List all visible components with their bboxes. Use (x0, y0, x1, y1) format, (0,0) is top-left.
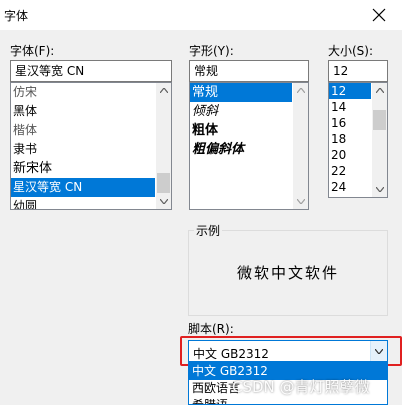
script-combobox[interactable]: 中文 GB2312 (188, 340, 388, 362)
font-list-item-selected[interactable]: 星汉等宽 CN (11, 178, 155, 197)
script-option[interactable]: 希腊语 (189, 397, 387, 404)
scroll-thumb[interactable] (373, 110, 386, 130)
scroll-down-button[interactable] (293, 194, 308, 209)
style-input[interactable]: 常规 (189, 60, 309, 82)
scroll-down-button[interactable] (156, 194, 171, 209)
style-list-item[interactable]: 倾斜 (190, 102, 308, 121)
size-input[interactable]: 12 (328, 60, 388, 82)
font-input[interactable]: 星汉等宽 CN (10, 60, 172, 82)
style-list-item[interactable]: 粗体 (190, 121, 308, 140)
script-value: 中文 GB2312 (193, 347, 269, 361)
chevron-up-icon (375, 88, 384, 93)
style-list[interactable]: 常规 倾斜 粗体 粗偏斜体 (189, 82, 309, 210)
style-list-scrollbar[interactable] (293, 83, 308, 209)
window-title: 字体 (4, 9, 29, 23)
font-list-item[interactable]: 幼圆 (11, 197, 171, 209)
font-list-scrollbar[interactable] (156, 83, 171, 209)
script-label: 脚本(R): (188, 322, 234, 336)
scroll-up-button[interactable] (372, 83, 387, 98)
font-list[interactable]: 仿宋 黑体 楷体 隶书 新宋体 星汉等宽 CN 幼圆 (10, 82, 172, 210)
sample-text: 微软中文软件 (236, 264, 339, 282)
style-list-item-selected[interactable]: 常规 (190, 83, 292, 102)
style-label: 字形(Y): (189, 44, 234, 58)
size-list-item-selected[interactable]: 12 (329, 83, 371, 99)
scroll-down-button[interactable] (372, 182, 387, 197)
size-list[interactable]: 12 14 16 18 20 22 24 (328, 82, 388, 198)
chevron-up-icon (296, 88, 305, 93)
chevron-down-icon (296, 199, 305, 204)
scroll-up-button[interactable] (156, 83, 171, 98)
chevron-up-icon (159, 88, 168, 93)
watermark: CSDN @青灯照孽微 (232, 378, 370, 396)
font-list-item[interactable]: 楷体 (11, 121, 171, 140)
script-dropdown-button[interactable] (370, 341, 387, 361)
font-list-item[interactable]: 新宋体 (11, 159, 171, 178)
scroll-up-button[interactable] (293, 83, 308, 98)
style-list-item[interactable]: 粗偏斜体 (190, 140, 308, 159)
chevron-down-icon (159, 199, 168, 204)
chevron-down-icon (375, 187, 384, 192)
font-list-item[interactable]: 隶书 (11, 140, 171, 159)
size-label: 大小(S): (328, 44, 374, 58)
font-list-item[interactable]: 黑体 (11, 102, 171, 121)
chevron-down-icon (375, 348, 383, 354)
font-label: 字体(F): (10, 44, 55, 58)
size-list-scrollbar[interactable] (372, 83, 387, 197)
sample-label: 示例 (194, 222, 223, 239)
font-list-item[interactable]: 仿宋 (11, 83, 171, 102)
close-icon (372, 8, 386, 22)
scroll-thumb[interactable] (157, 173, 170, 193)
title-bar (0, 0, 402, 30)
close-button[interactable] (356, 0, 402, 30)
